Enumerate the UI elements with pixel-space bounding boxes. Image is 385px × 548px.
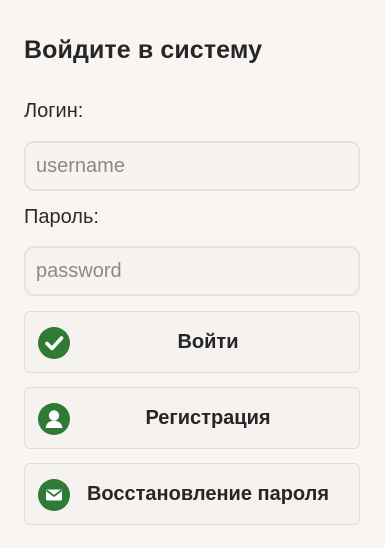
login-button-label: Войти <box>177 330 239 353</box>
page-title: Войдите в систему <box>24 36 263 64</box>
register-button-label: Регистрация <box>145 406 271 429</box>
username-input[interactable] <box>24 141 360 191</box>
login-button[interactable]: Войти <box>24 311 360 373</box>
login-label: Логин: <box>24 100 84 122</box>
restore-password-button-label: Восстановление пароля <box>86 482 330 505</box>
login-panel: Войдите в систему Логин: Пароль: Войти Р… <box>0 0 385 548</box>
password-label: Пароль: <box>24 206 99 228</box>
register-button[interactable]: Регистрация <box>24 387 360 449</box>
restore-password-button[interactable]: Восстановление пароля <box>24 463 360 525</box>
password-input[interactable] <box>24 246 360 296</box>
